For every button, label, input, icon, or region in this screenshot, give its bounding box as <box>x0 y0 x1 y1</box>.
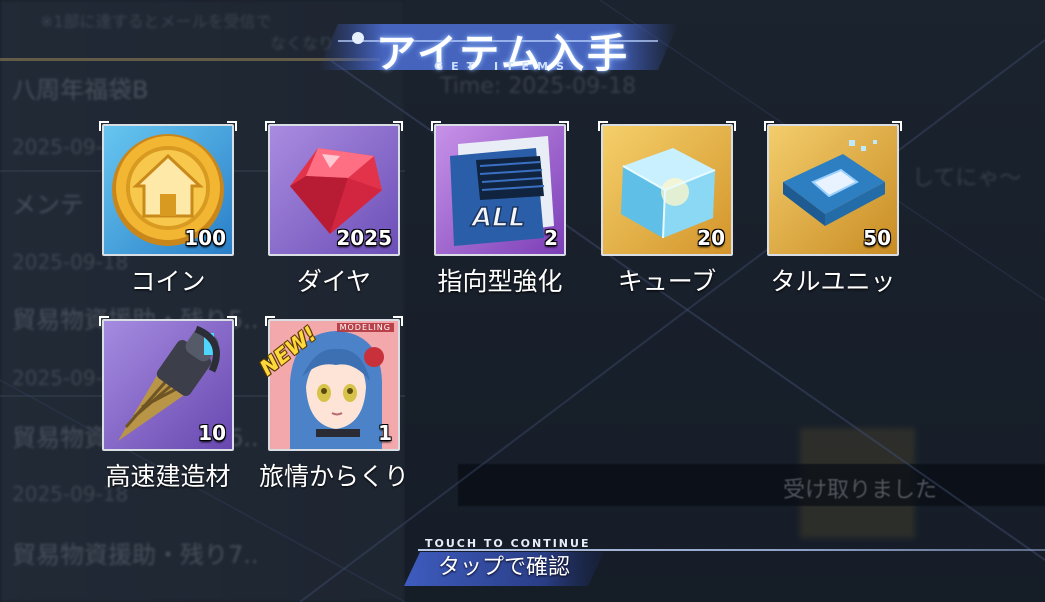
frame-corner <box>892 121 902 131</box>
item-name: 旅情からくり <box>258 462 409 491</box>
touch-to-continue-label: TOUCH TO CONTINUE <box>425 537 591 550</box>
item-frame: 2025 <box>268 124 400 256</box>
reward-subtitle: GET ITEMS <box>434 60 572 73</box>
frame-corner <box>393 121 403 131</box>
tap-to-confirm-button[interactable]: タップで確認 <box>404 552 604 586</box>
frame-corner <box>431 121 441 131</box>
item-quantity: 2025 <box>336 226 392 250</box>
reward-item-drill[interactable]: 10 高速建造材 <box>99 316 237 493</box>
item-frame: 100 <box>102 124 234 256</box>
item-frame: 20 <box>601 124 733 256</box>
reward-item-diamond[interactable]: 2025 ダイヤ <box>265 121 403 298</box>
frame-corner <box>764 121 774 131</box>
modal-overlay[interactable] <box>0 0 1045 602</box>
frame-corner <box>265 316 275 326</box>
frame-corner <box>559 121 569 131</box>
reward-title-banner: アイテム入手 GET ITEMS <box>318 14 688 77</box>
item-frame: 10 <box>102 319 234 451</box>
frame-corner <box>726 121 736 131</box>
item-quantity: 1 <box>378 421 392 445</box>
reward-item-character[interactable]: MODELING 1 NEW! 旅情からくり <box>255 316 409 493</box>
item-quantity: 50 <box>863 226 891 250</box>
reward-item-coin[interactable]: 100 コイン <box>99 121 237 298</box>
reward-item-chip[interactable]: 50 タルユニッ <box>764 121 902 298</box>
item-quantity: 2 <box>544 226 558 250</box>
svg-text:ALL: ALL <box>470 203 525 233</box>
reward-item-cube[interactable]: 20 キューブ <box>598 121 736 298</box>
item-quantity: 100 <box>184 226 226 250</box>
frame-corner <box>227 316 237 326</box>
modeling-tag: MODELING <box>336 323 394 332</box>
frame-corner <box>393 316 403 326</box>
item-name: 指向型強化 <box>437 267 563 296</box>
frame-corner <box>265 121 275 131</box>
item-name: 高速建造材 <box>105 462 231 491</box>
item-name: コイン <box>130 267 206 296</box>
item-quantity: 20 <box>697 226 725 250</box>
item-name: キューブ <box>617 267 717 296</box>
item-frame: 50 <box>767 124 899 256</box>
frame-corner <box>227 121 237 131</box>
item-frame: ALL 2 <box>434 124 566 256</box>
item-name: タルユニッ <box>770 267 896 296</box>
reward-item-enhancement[interactable]: ALL 2 指向型強化 <box>431 121 569 298</box>
frame-corner <box>99 316 109 326</box>
item-name: ダイヤ <box>296 267 372 296</box>
frame-corner <box>598 121 608 131</box>
tap-to-confirm-label: タップで確認 <box>437 555 570 580</box>
item-quantity: 10 <box>198 421 226 445</box>
frame-corner <box>99 121 109 131</box>
